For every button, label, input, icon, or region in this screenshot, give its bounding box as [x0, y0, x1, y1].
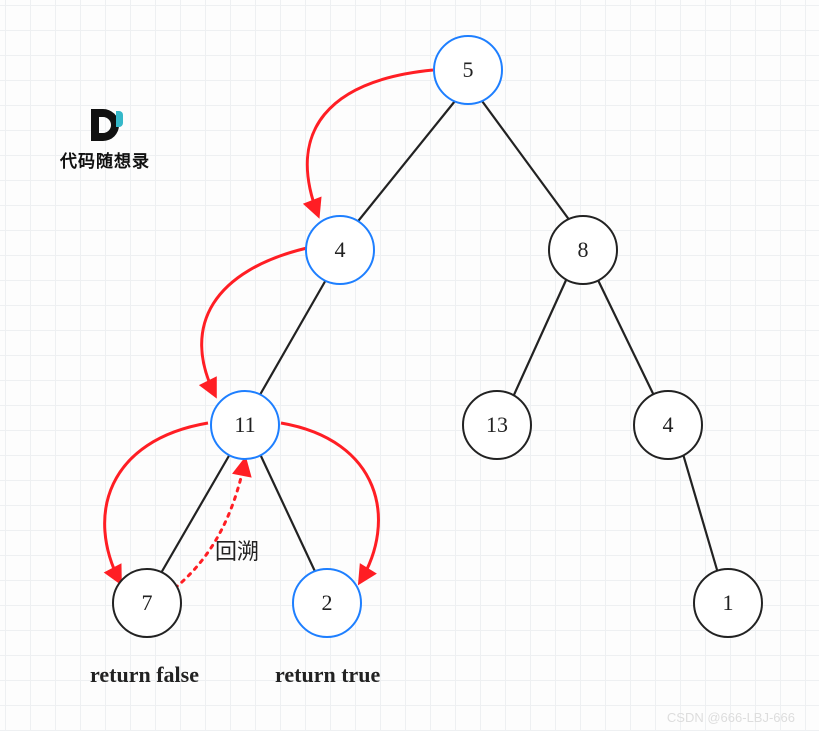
tree-node-8: 8: [548, 215, 618, 285]
tree-node-1: 1: [693, 568, 763, 638]
logo: 代码随想录: [60, 105, 150, 172]
tree-node-5: 5: [433, 35, 503, 105]
return-false-label: return false: [90, 662, 199, 688]
arrow-5-to-4: [307, 70, 433, 215]
tree-node-4b: 4: [633, 390, 703, 460]
tree-edge-group: [157, 101, 720, 580]
watermark: CSDN @666-LBJ-666: [667, 710, 795, 725]
tree-node-13: 13: [462, 390, 532, 460]
edge-4-11: [257, 278, 327, 400]
arrow-11-to-7: [105, 423, 208, 582]
logo-d-icon: [85, 105, 125, 145]
arrow-4-to-11: [202, 248, 307, 395]
tree-node-11: 11: [210, 390, 280, 460]
arrow-backtrack-7-to-11: [175, 460, 245, 588]
edge-8-13: [508, 278, 567, 408]
tree-node-7: 7: [112, 568, 182, 638]
tree-node-4: 4: [305, 215, 375, 285]
edge-5-4: [355, 101, 455, 225]
edge-8-4: [597, 278, 660, 408]
logo-text: 代码随想录: [60, 147, 150, 172]
return-true-label: return true: [275, 662, 380, 688]
edge-4-1: [683, 454, 720, 580]
edge-11-2: [260, 454, 319, 580]
red-arrow-down-group: [105, 70, 433, 582]
arrow-11-to-2: [281, 423, 378, 582]
tree-node-2: 2: [292, 568, 362, 638]
edge-5-8: [482, 101, 573, 225]
backtrack-label: 回溯: [215, 534, 259, 566]
